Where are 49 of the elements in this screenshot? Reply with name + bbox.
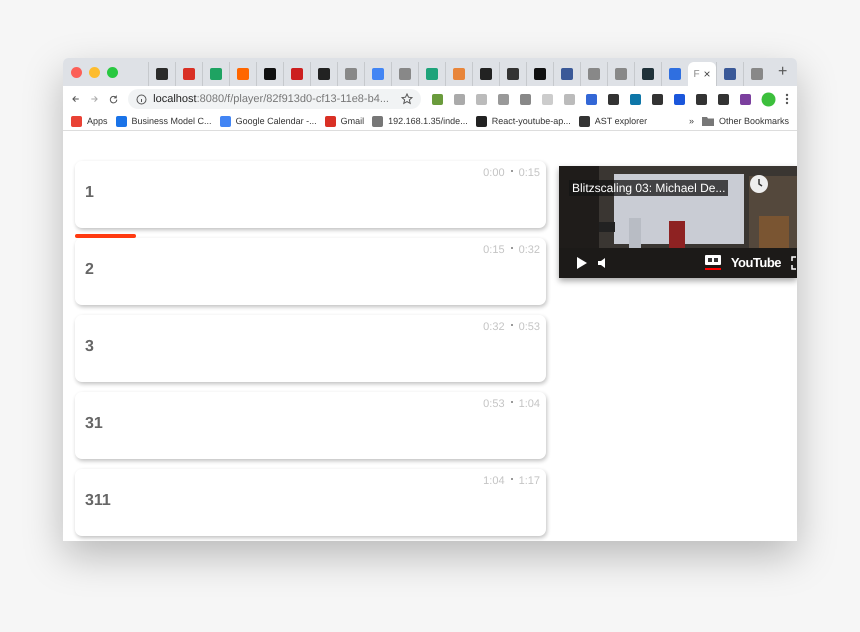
captions-icon[interactable] (704, 255, 721, 270)
clock-icon[interactable] (749, 174, 770, 194)
play-icon[interactable] (575, 256, 588, 270)
segment-title: 31 (85, 415, 103, 433)
bookmark[interactable]: Gmail (324, 116, 364, 126)
segment-card[interactable]: 0:00 0:15 1 (75, 161, 546, 228)
end-time: 1:04 (518, 398, 540, 410)
start-time: 0:00 (483, 167, 505, 179)
bookmark[interactable]: Apps (71, 116, 108, 126)
extension-icon[interactable] (717, 92, 730, 106)
segment-title: 2 (85, 261, 94, 279)
start-time: 1:04 (483, 475, 505, 487)
segment-title: 311 (85, 492, 111, 510)
close-icon[interactable]: × (704, 68, 711, 80)
extension-icon[interactable] (739, 92, 752, 106)
folder-icon (702, 116, 714, 126)
info-icon[interactable] (136, 94, 148, 104)
bookmark[interactable]: AST explorer (578, 116, 648, 126)
youtube-logo[interactable]: YouTube (730, 255, 781, 270)
bookmark[interactable]: Business Model C... (116, 116, 212, 126)
bookmark[interactable]: React-youtube-ap... (476, 116, 571, 126)
extension-icon[interactable] (695, 92, 708, 106)
start-time: 0:53 (483, 398, 505, 410)
bookmark[interactable]: Google Calendar -... (220, 116, 317, 126)
end-time: 1:17 (518, 475, 540, 487)
start-time: 0:15 (483, 244, 505, 256)
address-bar[interactable]: localhost:8080/f/player/82f913d0-cf13-11e8-b4... (128, 89, 421, 109)
new-tab-button[interactable]: + (778, 63, 788, 81)
bookmark-folder[interactable]: Other Bookmarks (702, 116, 789, 126)
segment-title: 1 (85, 184, 94, 202)
segment-card[interactable]: 0:32 0:53 3 (75, 315, 546, 382)
segment-card[interactable]: 1:04 1:17 311 (75, 469, 546, 536)
end-time: 0:32 (518, 244, 540, 256)
reload-icon[interactable] (109, 92, 118, 106)
menu-icon[interactable] (785, 92, 789, 106)
extension-icon[interactable] (651, 92, 664, 106)
end-time: 0:15 (518, 167, 540, 179)
extension-icon[interactable] (673, 92, 686, 106)
start-time: 0:32 (483, 321, 505, 333)
video-title: Blitzscaling 03: Michael De... (569, 180, 728, 196)
segment-card[interactable]: 0:53 1:04 31 (75, 392, 546, 459)
star-icon[interactable] (401, 93, 413, 105)
extension-icon[interactable] (607, 92, 620, 106)
end-time: 0:53 (518, 321, 540, 333)
browser-tab[interactable]: F × (688, 62, 716, 86)
segment-title: 3 (85, 338, 94, 356)
bookmark[interactable]: 192.168.1.35/inde... (372, 116, 468, 126)
fullscreen-icon[interactable] (791, 256, 797, 270)
more-bookmarks[interactable]: » (688, 116, 694, 126)
